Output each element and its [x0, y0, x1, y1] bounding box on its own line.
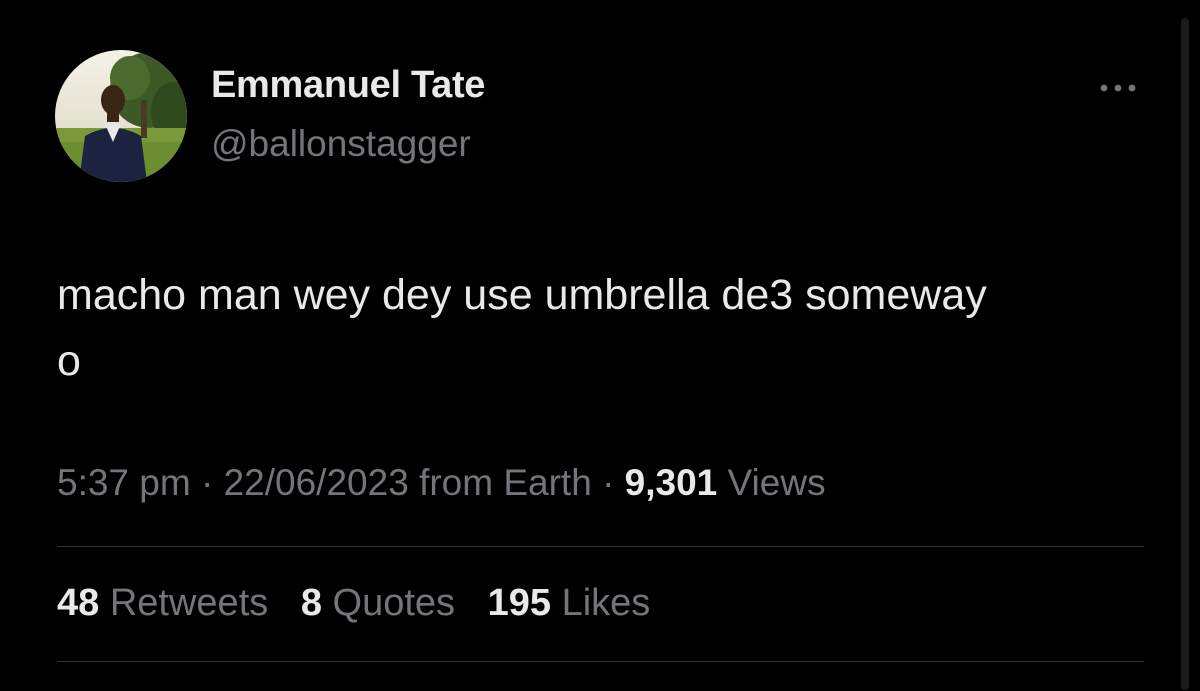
divider: [57, 661, 1144, 662]
quotes-count: 8: [300, 582, 322, 624]
tweet-meta: 5:37 pm · 22/06/2023 from Earth · 9,301 …: [57, 462, 826, 504]
tweet-stats: 48 Retweets 8 Quotes 195 Likes: [57, 582, 672, 625]
author-handle[interactable]: @ballonstagger: [211, 123, 471, 165]
likes-count: 195: [487, 582, 552, 624]
likes-label: Likes: [561, 582, 651, 624]
retweets-label: Retweets: [109, 582, 269, 624]
retweets-stat[interactable]: 48 Retweets: [57, 582, 268, 625]
tweet-source: from Earth: [419, 462, 592, 503]
author-avatar[interactable]: [55, 50, 187, 182]
tweet-date[interactable]: 22/06/2023: [224, 462, 409, 503]
quotes-stat[interactable]: 8 Quotes: [301, 582, 455, 625]
tweet-time[interactable]: 5:37 pm: [57, 462, 191, 503]
views-label[interactable]: Views: [728, 462, 826, 503]
profile-photo-avatar-icon: [55, 50, 187, 182]
likes-stat[interactable]: 195 Likes: [488, 582, 651, 625]
retweets-count: 48: [57, 582, 100, 624]
meta-separator: ·: [200, 462, 214, 503]
more-horizontal-icon[interactable]: [1094, 76, 1142, 100]
quotes-label: Quotes: [332, 582, 456, 624]
tweet-text: macho man wey dey use umbrella de3 somew…: [57, 262, 1157, 394]
meta-separator: ·: [602, 462, 615, 503]
divider: [57, 546, 1144, 547]
scrollbar[interactable]: [1181, 18, 1189, 690]
tweet-text-line: macho man wey dey use umbrella de3 somew…: [57, 271, 987, 319]
views-count[interactable]: 9,301: [625, 462, 718, 503]
tweet-card: Emmanuel Tate @ballonstagger macho man w…: [0, 0, 1200, 691]
author-display-name[interactable]: Emmanuel Tate: [211, 64, 485, 107]
tweet-text-line: o: [57, 337, 81, 385]
